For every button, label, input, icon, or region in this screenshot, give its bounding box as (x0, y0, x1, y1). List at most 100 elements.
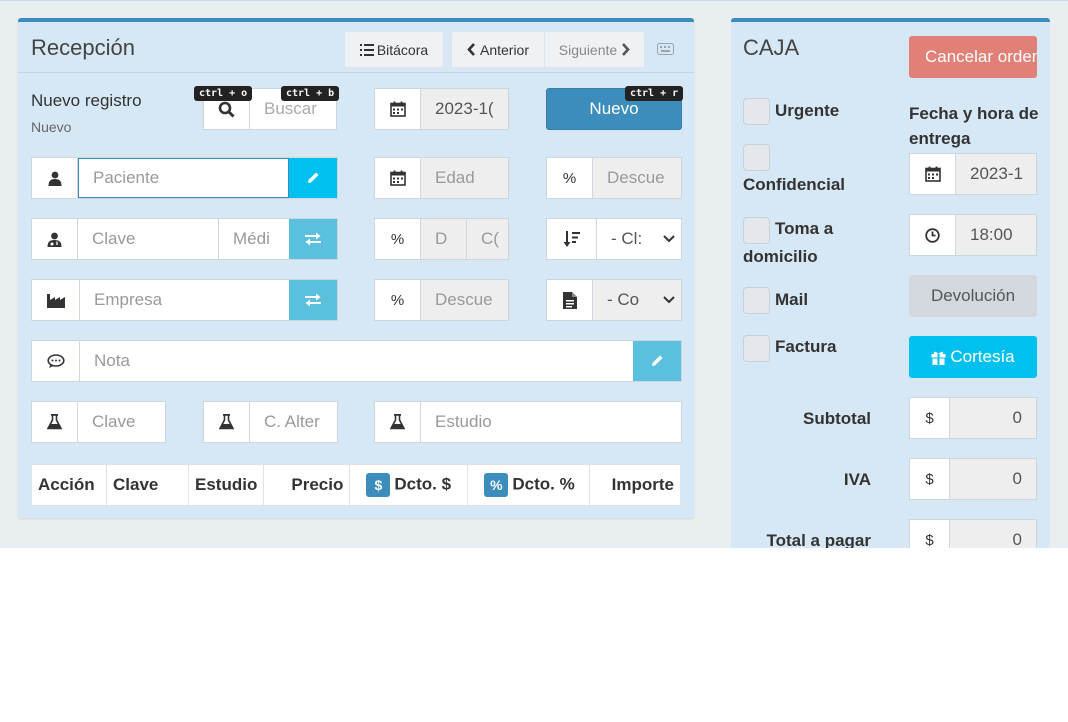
discount-group: % Descue (546, 157, 682, 199)
discount-field[interactable]: Descue (593, 158, 681, 198)
invoice-label: Factura (775, 337, 837, 356)
edit-patient-button[interactable] (289, 158, 337, 198)
class-select-value: - Cl: (611, 229, 643, 248)
date-field[interactable]: 2023-1( (421, 89, 508, 129)
clock-icon (910, 215, 956, 255)
delivery-time-field[interactable]: 18:00 (956, 215, 1036, 255)
iva-value: 0 (950, 459, 1036, 499)
delivery-date-group: 2023-1 (909, 153, 1037, 195)
note-group: Nota (31, 340, 682, 382)
company-input[interactable]: Empresa (80, 280, 289, 320)
chevron-left-icon (467, 43, 476, 56)
home-collection-label-2: domicilio (743, 247, 818, 266)
d-field[interactable]: D (421, 219, 466, 259)
shortcut-search-badge: ctrl + o (194, 86, 253, 101)
iva-group: $ 0 (909, 458, 1037, 500)
study-key-group: Clave (31, 401, 166, 443)
percent-icon: % (375, 219, 421, 259)
column-dcto-pct-label: Dcto. % (512, 474, 575, 494)
table-header-row: Acción Clave Estudio Precio $ Dcto. $ % Dc… (31, 464, 681, 506)
column-dcto-money[interactable]: $ Dcto. $ (349, 464, 469, 506)
total-group: $ 0 (909, 519, 1037, 548)
column-dcto-money-label: Dcto. $ (394, 474, 452, 494)
patient-input[interactable]: Paciente (78, 158, 289, 198)
percent-icon: % (547, 158, 593, 198)
swap-company-button[interactable] (289, 280, 337, 320)
calendar-icon (910, 154, 956, 194)
delivery-date-field[interactable]: 2023-1 (956, 154, 1036, 194)
age-group: Edad (374, 157, 509, 199)
study-key-input[interactable]: Clave (78, 402, 165, 442)
next-button[interactable]: Siguiente (544, 31, 645, 68)
cancel-order-button[interactable]: Cancelar orden (909, 36, 1037, 78)
doctor-group: Clave Médi (31, 218, 338, 260)
doctor-name-input[interactable]: Médi (218, 219, 289, 259)
urgent-label: Urgente (775, 101, 840, 120)
sort-icon (547, 219, 597, 259)
delivery-time-group: 18:00 (909, 214, 1037, 256)
invoice-checkbox[interactable] (743, 335, 770, 362)
next-label: Siguiente (558, 41, 618, 58)
industry-icon (32, 280, 80, 320)
urgent-checkbox[interactable] (743, 98, 770, 125)
company-discount-field[interactable]: Descue (421, 280, 508, 320)
user-icon (32, 158, 78, 198)
chevron-down-icon (663, 296, 675, 304)
study-input[interactable]: Estudio (421, 402, 681, 442)
patient-group: Paciente (31, 157, 338, 199)
confidential-checkbox[interactable] (743, 144, 770, 171)
class-select[interactable]: - Cl: (597, 219, 681, 259)
keyboard-icon[interactable] (657, 43, 674, 55)
caja-panel: CAJA Cancelar orden Urgente Confidencial… (731, 18, 1050, 548)
total-value: 0 (950, 520, 1036, 548)
subtotal-value: 0 (950, 398, 1036, 438)
cortesia-button[interactable]: Cortesía (909, 336, 1037, 378)
new-record-title: Nuevo registro (31, 91, 142, 110)
studies-table: Acción Clave Estudio Precio $ Dcto. $ % Dc… (31, 464, 681, 506)
alt-key-input[interactable]: C. Alter (250, 402, 337, 442)
subtotal-label: Subtotal (803, 409, 871, 428)
home-collection-checkbox[interactable] (743, 217, 770, 244)
flask-icon (204, 402, 250, 442)
mail-checkbox[interactable] (743, 287, 770, 314)
study-group: Estudio (374, 401, 682, 443)
swap-doctor-button[interactable] (289, 219, 337, 259)
doctor-icon (32, 219, 78, 259)
dollar-badge: $ (366, 473, 391, 497)
total-label: Total a pagar (766, 531, 871, 548)
column-estudio: Estudio (187, 464, 265, 506)
concept-select[interactable]: - Co (593, 280, 681, 320)
gift-icon (931, 350, 946, 365)
previous-button[interactable]: Anterior (451, 31, 545, 68)
doctor-discount-group: % D C( (374, 218, 509, 260)
dollar-icon: $ (910, 398, 950, 438)
delivery-label: Fecha y hora de entrega (909, 104, 1039, 148)
column-dcto-pct[interactable]: % Dcto. % (467, 464, 591, 506)
bitacora-button[interactable]: Bitácora (344, 31, 444, 68)
app-viewport: Recepción Bitácora Anterior Siguiente Nu… (0, 0, 1068, 548)
chevron-right-icon (621, 43, 630, 56)
cortesia-label: Cortesía (950, 347, 1015, 366)
age-field[interactable]: Edad (421, 158, 508, 198)
confidential-label: Confidencial (743, 175, 846, 194)
c-field[interactable]: C( (466, 219, 508, 259)
company-discount-group: % Descue (374, 279, 509, 321)
edit-note-button[interactable] (633, 341, 681, 381)
date-group: 2023-1( (374, 88, 509, 130)
column-importe: Importe (589, 464, 681, 506)
doctor-key-input[interactable]: Clave (78, 219, 218, 259)
class-group: - Cl: (546, 218, 682, 260)
percent-badge: % (484, 473, 509, 497)
reception-title: Recepción (31, 35, 135, 60)
subtotal-group: $ 0 (909, 397, 1037, 439)
new-record-subtitle: Nuevo (31, 119, 72, 135)
home-collection-label-1: Toma a (775, 219, 834, 238)
dollar-icon: $ (910, 520, 950, 548)
concept-select-value: - Co (607, 290, 640, 309)
header-divider (18, 72, 694, 73)
reception-panel: Recepción Bitácora Anterior Siguiente Nu… (18, 18, 694, 518)
note-input[interactable]: Nota (80, 341, 633, 381)
devolucion-button[interactable]: Devolución (909, 275, 1037, 317)
caja-title: CAJA (743, 35, 800, 60)
column-precio: Precio (263, 464, 351, 506)
